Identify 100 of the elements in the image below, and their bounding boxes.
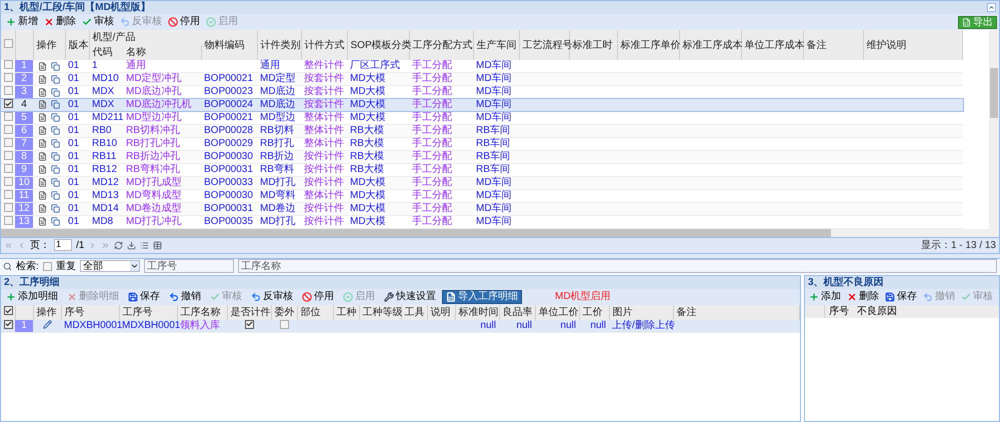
download-icon[interactable] bbox=[127, 240, 136, 250]
table-cell: RB打孔 bbox=[260, 138, 294, 148]
document-icon[interactable] bbox=[38, 165, 47, 174]
table-cell: MD车间 bbox=[476, 176, 512, 188]
table-row[interactable]: 13 01 MD8 MD打孔冲孔 BOP00035 MD打孔 按件计件 MD大模 手工分配 MD车间 bbox=[1, 215, 962, 228]
toolbar-button[interactable]: 删除 bbox=[41, 15, 79, 29]
document-icon[interactable] bbox=[38, 178, 47, 187]
process-name-field[interactable]: 工序名称 bbox=[238, 259, 997, 273]
table-row[interactable]: 1 01 1 通用 通用 整件计件 厂区工序式 手工分配 MD车间 bbox=[1, 60, 962, 72]
toolbar-button[interactable]: 添加 bbox=[806, 290, 844, 304]
copy-icon[interactable] bbox=[51, 165, 60, 174]
table-cell: MDX bbox=[92, 86, 114, 97]
document-icon[interactable] bbox=[38, 62, 47, 70]
copy-icon[interactable] bbox=[51, 100, 60, 110]
table-row[interactable]: 10 01 MD12 MD打孔成型 BOP00033 MD打孔 按件计件 MD大模 手工分配 MD车间 bbox=[1, 176, 962, 189]
document-icon[interactable] bbox=[38, 113, 47, 122]
checkbox[interactable] bbox=[4, 38, 13, 48]
checkbox[interactable] bbox=[4, 60, 13, 69]
table-cell: MD卷边成型 bbox=[126, 202, 182, 214]
check-icon bbox=[82, 17, 92, 27]
copy-icon[interactable] bbox=[51, 88, 60, 96]
table-row[interactable]: 5 01 MD211 MD型边冲孔 BOP00021 MD型边 整体计件 MD大模 手工分配 MD车间 bbox=[1, 111, 962, 124]
table-cell: MD车间 bbox=[476, 216, 512, 226]
toolbar-button[interactable]: 添加明细 bbox=[3, 290, 61, 304]
panel-title: 2、工序明细 bbox=[4, 275, 60, 290]
copy-icon[interactable] bbox=[51, 126, 60, 135]
toolbar-button[interactable]: 新增 bbox=[3, 15, 41, 29]
table-row[interactable]: 8 01 RB11 RB折边冲孔 BOP00030 RB折边 按件计件 RB大模 手工分配 RB车间 bbox=[1, 150, 962, 163]
copy-icon[interactable] bbox=[51, 204, 60, 213]
table-cell: MD打孔成型 bbox=[126, 176, 182, 188]
table-cell: 手工分配 bbox=[412, 216, 452, 226]
checkbox[interactable] bbox=[4, 99, 13, 108]
copy-icon[interactable] bbox=[51, 191, 60, 200]
document-icon[interactable] bbox=[38, 191, 47, 200]
table-row[interactable]: 4 01 MDX MD底边冲孔机 BOP00024 MD底边 按套计件 MD大模 手工分配 MD车间 bbox=[1, 98, 962, 111]
table-row[interactable]: 11 01 MD13 MD弯料成型 BOP00030 MD弯料 整体计件 MD大模 手工分配 MD车间 bbox=[1, 189, 962, 202]
status-notice: MD机型启用 bbox=[555, 290, 611, 304]
search-icon bbox=[3, 262, 12, 270]
table-icon[interactable] bbox=[153, 240, 162, 250]
document-icon[interactable] bbox=[38, 152, 47, 161]
document-icon[interactable] bbox=[38, 100, 47, 110]
toolbar-button[interactable]: 撤销 bbox=[166, 290, 204, 304]
toolbar-button[interactable]: 删除 bbox=[844, 290, 882, 304]
upload-link[interactable]: 上传/删除上传 bbox=[612, 320, 675, 330]
scope-dropdown[interactable]: 全部 bbox=[80, 260, 140, 272]
column-header: 工序号 bbox=[122, 306, 152, 318]
column-header: SOP模板分类 bbox=[350, 40, 412, 50]
toolbar-button[interactable]: 停用 bbox=[299, 290, 337, 304]
table-cell: 01 bbox=[68, 112, 80, 122]
process-number-field[interactable]: 工序号 bbox=[144, 259, 234, 273]
document-icon[interactable] bbox=[38, 88, 47, 96]
checkbox[interactable] bbox=[4, 306, 13, 315]
table-row[interactable]: 12 01 MD14 MD卷边成型 BOP00031 MD卷边 按件计件 MD大模 手工分配 MD车间 bbox=[1, 202, 962, 215]
copy-icon[interactable] bbox=[51, 74, 60, 84]
document-icon[interactable] bbox=[38, 126, 47, 135]
column-header: 标准工时 bbox=[572, 40, 612, 50]
table-row[interactable]: 2 01 MD10 MD定型冲孔 BOP00021 MD定型 按套计件 MD大模 手工分配 MD车间 bbox=[1, 72, 962, 86]
table-cell: RB11 bbox=[92, 150, 116, 162]
toolbar-button[interactable]: 停用 bbox=[165, 15, 203, 29]
copy-icon[interactable] bbox=[51, 217, 60, 226]
checkbox[interactable] bbox=[42, 262, 52, 270]
copy-icon[interactable] bbox=[51, 139, 60, 148]
table-cell: 11 bbox=[18, 190, 30, 200]
table-cell: 12 bbox=[18, 202, 30, 214]
toolbar-button[interactable]: 反审核 bbox=[248, 290, 296, 304]
edit-icon[interactable] bbox=[42, 320, 52, 330]
vertical-scrollbar[interactable] bbox=[989, 30, 999, 236]
table-row[interactable]: 6 01 RB0 RB切料冲孔 BOP00028 RB切料 整体计件 RB大模 手工分配 RB车间 bbox=[1, 124, 962, 137]
toolbar-button[interactable]: 保存 bbox=[882, 290, 920, 304]
document-icon[interactable] bbox=[38, 204, 47, 213]
copy-icon[interactable] bbox=[51, 178, 60, 187]
table-row[interactable]: 7 01 RB10 RB打孔冲孔 BOP00029 RB打孔 整体计件 RB大模 手工分配 RB车间 bbox=[1, 137, 962, 150]
toolbar-button[interactable]: 导入工序明细 bbox=[442, 290, 522, 304]
column-header: 委外 bbox=[274, 306, 294, 318]
toolbar-button[interactable]: 审核 bbox=[79, 15, 117, 29]
collapse-icon[interactable] bbox=[987, 3, 996, 12]
circle-check-icon bbox=[343, 292, 353, 302]
toolbar-button[interactable]: 保存 bbox=[125, 290, 163, 304]
document-icon[interactable] bbox=[38, 74, 47, 84]
table-cell: MD底边 bbox=[260, 98, 296, 110]
column-header: 工种 bbox=[336, 306, 356, 318]
document-icon[interactable] bbox=[38, 139, 47, 148]
save-icon bbox=[128, 292, 138, 302]
refresh-icon[interactable] bbox=[114, 240, 124, 250]
copy-icon[interactable] bbox=[51, 152, 60, 161]
table-cell: MD大模 bbox=[350, 176, 386, 188]
save-icon bbox=[885, 292, 895, 302]
copy-icon[interactable] bbox=[51, 62, 60, 70]
checkbox[interactable] bbox=[4, 86, 13, 95]
table-cell: RB折边 bbox=[260, 150, 294, 162]
document-icon[interactable] bbox=[38, 217, 47, 226]
copy-icon[interactable] bbox=[51, 113, 60, 122]
checkbox[interactable] bbox=[4, 73, 13, 82]
stop-icon bbox=[302, 292, 312, 302]
toolbar-button[interactable]: 快速设置 bbox=[381, 290, 439, 304]
table-row[interactable]: 3 01 MDX MD底边冲孔 BOP00023 MD底边 按套计件 MD大模 手工分配 MD车间 bbox=[1, 86, 962, 98]
list-icon[interactable] bbox=[140, 240, 150, 250]
table-cell: 9 bbox=[21, 164, 27, 174]
page-field[interactable]: 1 bbox=[54, 239, 72, 251]
table-row[interactable]: 9 01 RB12 RB弯料冲孔 BOP00031 RB弯料 按件计件 RB大模 手工分配 RB车间 bbox=[1, 163, 962, 176]
